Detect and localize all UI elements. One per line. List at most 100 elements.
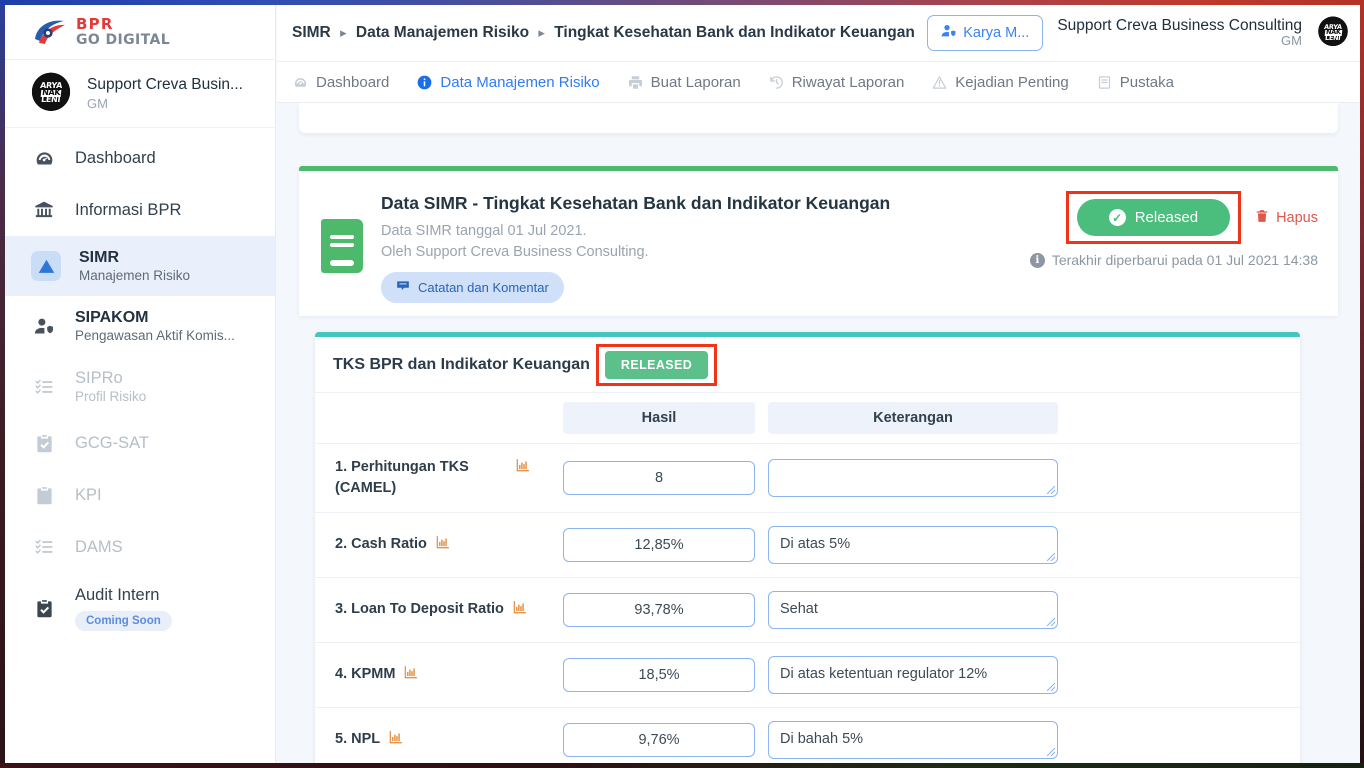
hasil-input[interactable]: 18,5% (563, 658, 755, 693)
bar-chart-icon[interactable] (512, 600, 527, 621)
simr-data-card: Data SIMR - Tingkat Kesehatan Bank dan I… (299, 166, 1338, 316)
bar-chart-icon[interactable] (435, 535, 450, 556)
bar-chart-icon[interactable] (403, 665, 418, 686)
printer-icon (628, 75, 643, 90)
avatar[interactable]: ARYA NAK LENI (1316, 16, 1350, 50)
released-badge-highlight: RELEASED (595, 343, 718, 386)
comment-box-icon (396, 279, 410, 296)
tab-buat-laporan[interactable]: Buat Laporan (628, 74, 741, 91)
sidebar-item-sipro[interactable]: SIPRo Profil Risiko (5, 356, 275, 417)
breadcrumb-item-3: Tingkat Kesehatan Bank dan Indikator Keu… (554, 24, 915, 42)
row-label-text: 3. Loan To Deposit Ratio (335, 601, 504, 618)
speedometer-icon (293, 75, 308, 90)
row-label: 2. Cash Ratio (315, 534, 559, 556)
last-updated-label: Terakhir diperbarui pada 01 Jul 2021 14:… (1051, 252, 1318, 268)
info-circle-icon (417, 75, 432, 90)
tab-label: Kejadian Penting (955, 73, 1069, 91)
hasil-input[interactable]: 8 (563, 461, 755, 496)
tab-label: Buat Laporan (650, 73, 741, 91)
keterangan-input[interactable]: Di atas 5% (768, 526, 1058, 565)
clipboard-check-icon (31, 599, 57, 618)
tks-table: Hasil Keterangan 1. Perhitungan TKS (CAM… (315, 393, 1300, 763)
simr-card-actions: ✓ Released Hapus i Terakhir diperbarui p… (1029, 191, 1318, 268)
table-row: 3. Loan To Deposit Ratio 93,78% Sehat (315, 577, 1300, 643)
table-row: 4. KPMM 18,5% Di atas ketentuan regulato… (315, 642, 1300, 708)
account-info[interactable]: Support Creva Business Consulting GM (1057, 17, 1302, 50)
sidebar-item-simr[interactable]: SIMR Manajemen Risiko (5, 236, 275, 296)
sidebar-item-sublabel: Pengawasan Aktif Komis... (75, 328, 235, 343)
sidebar-item-sipakom[interactable]: SIPAKOM Pengawasan Aktif Komis... (5, 296, 275, 356)
keterangan-input[interactable] (768, 459, 1058, 498)
topbar: SIMR ▸ Data Manajemen Risiko ▸ Tingkat K… (277, 5, 1360, 62)
browser-chrome-right-edge (1360, 0, 1364, 768)
bpr-swoosh-logo-icon (31, 17, 69, 47)
keterangan-input[interactable]: Di bahah 5% (768, 721, 1058, 760)
breadcrumb-item-2[interactable]: Data Manajemen Risiko (356, 24, 529, 41)
keterangan-input[interactable]: Di atas ketentuan regulator 12% (768, 656, 1058, 695)
bar-chart-icon[interactable] (388, 730, 403, 751)
previous-card-bottom (299, 103, 1338, 133)
tks-card: TKS BPR dan Indikator Keuangan RELEASED … (315, 332, 1300, 763)
column-header-hasil: Hasil (563, 402, 755, 434)
hasil-input[interactable]: 12,85% (563, 528, 755, 563)
hasil-input[interactable]: 93,78% (563, 593, 755, 628)
hapus-button-label: Hapus (1276, 209, 1318, 226)
sidebar-item-dams[interactable]: DAMS (5, 521, 275, 573)
row-label: 4. KPMM (315, 664, 559, 686)
row-label-text: 4. KPMM (335, 666, 396, 683)
sidebar-item-label: KPI (75, 485, 102, 504)
breadcrumb: SIMR ▸ Data Manajemen Risiko ▸ Tingkat K… (277, 23, 915, 43)
avatar: ARYA NAK LENI (29, 71, 73, 116)
breadcrumb-item-1[interactable]: SIMR (292, 24, 331, 41)
released-button[interactable]: ✓ Released (1076, 199, 1231, 236)
brand-logo-area[interactable]: BPR GO DIGITAL (5, 5, 275, 60)
released-button-highlight: ✓ Released (1065, 191, 1242, 244)
sidebar-item-kpi[interactable]: KPI (5, 469, 275, 521)
brand-line-1: BPR (76, 15, 114, 34)
green-book-icon (321, 219, 363, 273)
history-icon (769, 75, 784, 90)
sidebar-item-label: GCG-SAT (75, 433, 149, 452)
catatan-dan-komentar-button[interactable]: Catatan dan Komentar (381, 272, 564, 304)
profile-role: GM (87, 96, 108, 111)
keterangan-input[interactable]: Sehat (768, 591, 1058, 630)
sidebar-item-label: Dashboard (75, 148, 156, 167)
tab-data-manajemen-risiko[interactable]: Data Manajemen Risiko (417, 74, 600, 91)
bar-chart-icon[interactable] (515, 458, 530, 479)
tab-kejadian-penting[interactable]: Kejadian Penting (932, 73, 1069, 91)
sidebar-item-informasi-bpr[interactable]: Informasi BPR (5, 184, 275, 236)
sidebar-item-dashboard[interactable]: Dashboard (5, 132, 275, 184)
tab-riwayat-laporan[interactable]: Riwayat Laporan (769, 73, 905, 91)
sidebar-nav: Dashboard Informasi BPR SIMR Manajemen R… (5, 128, 275, 644)
hasil-input[interactable]: 9,76% (563, 723, 755, 758)
checklist-icon (31, 537, 57, 557)
warning-triangle-icon (932, 75, 947, 90)
user-shield-icon (941, 23, 957, 43)
main-content: Data SIMR - Tingkat Kesehatan Bank dan I… (277, 103, 1360, 763)
browser-chrome-left-edge (0, 0, 5, 768)
tab-label: Riwayat Laporan (791, 73, 905, 91)
sidebar-item-audit-intern[interactable]: Audit Intern Coming Soon (5, 573, 275, 644)
trash-icon (1255, 208, 1269, 228)
released-button-label: Released (1134, 209, 1199, 226)
chevron-right-icon: ▸ (538, 25, 545, 41)
row-label: 3. Loan To Deposit Ratio (315, 599, 559, 621)
sidebar-profile[interactable]: ARYA NAK LENI Support Creva Busin... GM (5, 60, 275, 128)
table-row: 2. Cash Ratio 12,85% Di atas 5% (315, 512, 1300, 578)
check-circle-icon: ✓ (1108, 209, 1126, 226)
book-icon (1097, 75, 1112, 90)
tab-label: Dashboard (316, 73, 390, 91)
karya-button[interactable]: Karya M... (927, 15, 1044, 51)
sidebar-item-gcg-sat[interactable]: GCG-SAT (5, 417, 275, 469)
row-label-text: 2. Cash Ratio (335, 536, 427, 553)
tab-pustaka[interactable]: Pustaka (1097, 74, 1174, 91)
row-label-text: 5. NPL (335, 731, 381, 748)
info-circle-icon: i (1029, 252, 1045, 268)
sidebar-item-label: DAMS (75, 537, 123, 556)
scrollbar[interactable] (1346, 103, 1360, 763)
tab-dashboard[interactable]: Dashboard (293, 74, 389, 91)
clipboard-list-icon (31, 486, 57, 505)
table-row: 1. Perhitungan TKS (CAMEL) 8 (315, 442, 1300, 513)
hapus-button[interactable]: Hapus (1255, 208, 1318, 228)
sidebar-item-sublabel: Manajemen Risiko (79, 268, 191, 283)
